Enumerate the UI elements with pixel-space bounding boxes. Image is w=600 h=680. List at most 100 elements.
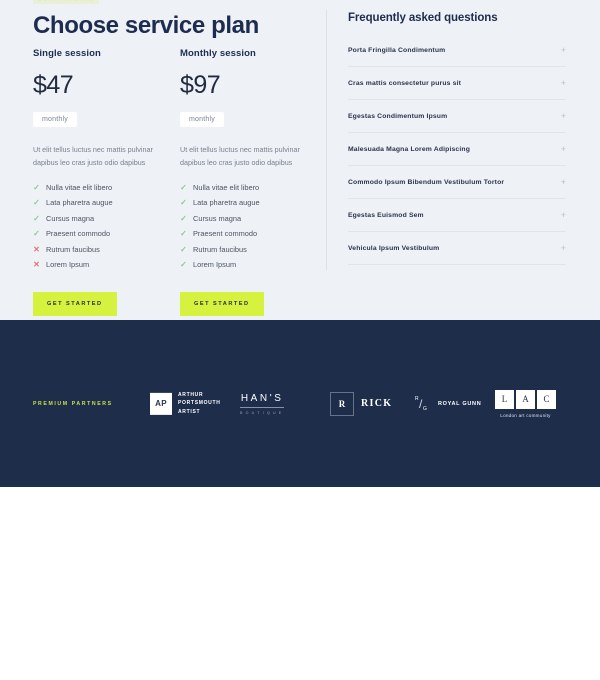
partner-logo-royal-gunn[interactable]: R / G ROYAL GUNN	[415, 396, 481, 412]
list-item: ✓ Cursus magna	[180, 213, 320, 223]
feature-label: Nulla vitae elit libero	[193, 182, 260, 192]
rick-frame-right	[353, 391, 354, 416]
feature-label: Praesent commodo	[193, 229, 258, 239]
rg-denominator: G	[423, 405, 427, 412]
plan-name: Single session	[33, 48, 101, 59]
rg-slash-icon: /	[419, 396, 423, 411]
check-icon: ✓	[33, 213, 40, 223]
plus-icon[interactable]: +	[561, 145, 566, 154]
plus-icon[interactable]: +	[561, 211, 566, 220]
plus-icon[interactable]: +	[561, 46, 566, 55]
plan-feature-list: ✓ Nulla vitae elit libero ✓ Lata pharetra …	[33, 182, 173, 270]
faq-item[interactable]: Malesuada Magna Lorem Adipiscing +	[348, 145, 566, 166]
lac-letter-l: L	[495, 389, 514, 409]
check-icon: ✓	[33, 182, 40, 192]
faq-item[interactable]: Commodo Ipsum Bibendum Vestibulum Tortor…	[348, 178, 566, 199]
list-item: ✓ Nulla vitae elit libero	[180, 182, 320, 192]
plan-name: Monthly session	[180, 48, 256, 59]
feature-label: Praesent commodo	[46, 229, 111, 239]
check-icon: ✓	[180, 244, 187, 254]
cross-icon: ✕	[33, 260, 40, 270]
ap-line-1: ARTHUR	[178, 391, 204, 398]
list-item: ✓ Nulla vitae elit libero	[33, 182, 173, 192]
plan-billing-badge: monthly	[33, 112, 77, 127]
plus-icon[interactable]: +	[561, 112, 566, 121]
lac-subtitle: London art community	[500, 412, 551, 418]
check-icon: ✓	[33, 198, 40, 208]
section-divider	[326, 10, 327, 270]
faq-question: Vehicula Ipsum Vestibulum	[348, 245, 440, 252]
list-item: ✓ Lata pharetra augue	[180, 199, 320, 207]
faq-question: Egestas Condimentum Ipsum	[348, 113, 448, 120]
feature-label: Nulla vitae elit libero	[46, 182, 113, 192]
faq-item[interactable]: Vehicula Ipsum Vestibulum +	[348, 244, 566, 265]
plan-description: Ut elit tellus luctus nec mattis pulvina…	[33, 145, 153, 168]
faq-item[interactable]: Egestas Euismod Sem +	[348, 211, 566, 232]
pricing-section: OUR PRICING Choose service plan Single s…	[0, 0, 600, 320]
plus-icon[interactable]: +	[561, 79, 566, 88]
pricing-card-single: Single session $47 monthly Ut elit tellu…	[33, 48, 173, 316]
royal-gunn-wordmark: ROYAL GUNN	[438, 400, 482, 407]
lac-letter-a: A	[516, 389, 535, 409]
faq-title: Frequently asked questions	[348, 12, 498, 24]
lac-letter-c: C	[537, 389, 556, 409]
faq-panel: Frequently asked questions Porta Fringil…	[348, 12, 566, 277]
list-item: ✓ Praesent commodo	[180, 230, 320, 238]
cross-icon: ✕	[33, 244, 40, 254]
partner-logo-arthur-portsmouth[interactable]: AP ARTHUR PORTSMOUTH ARTIST	[150, 390, 221, 416]
list-item: ✓ Praesent commodo	[33, 230, 173, 238]
pricing-card-monthly: Monthly session $97 monthly Ut elit tell…	[180, 48, 320, 316]
partners-section: PREMIUM PARTNERS AP ARTHUR PORTSMOUTH AR…	[0, 320, 600, 487]
feature-label: Lata pharetra augue	[193, 198, 260, 208]
check-icon: ✓	[180, 182, 187, 192]
feature-label: Rutrum faucibus	[46, 244, 100, 254]
blog-intro-section: WELCOME TO MY TRAVLING BLOG I Felt Lucky…	[0, 487, 600, 680]
partners-label: PREMIUM PARTNERS	[33, 400, 113, 407]
feature-label: Cursus magna	[193, 213, 242, 223]
check-icon: ✓	[33, 229, 40, 239]
plus-icon[interactable]: +	[561, 244, 566, 253]
feature-label: Lata pharetra augue	[46, 198, 113, 208]
hans-subtitle: BOUTIQUE	[240, 410, 285, 415]
royal-gunn-fraction-icon: R / G	[415, 396, 431, 412]
list-item: ✓ Cursus magna	[33, 213, 173, 223]
faq-question: Porta Fringilla Condimentum	[348, 47, 446, 54]
page-root: OUR PRICING Choose service plan Single s…	[0, 0, 600, 680]
plan-description: Ut elit tellus luctus nec mattis pulvina…	[180, 145, 300, 168]
rick-initial: R	[338, 398, 346, 409]
partner-logo-hans-boutique[interactable]: HAN'S BOUTIQUE	[240, 393, 285, 415]
plus-icon[interactable]: +	[561, 178, 566, 187]
faq-question: Malesuada Magna Lorem Adipiscing	[348, 146, 471, 153]
faq-item[interactable]: Cras mattis consectetur purus sit +	[348, 79, 566, 100]
faq-question: Commodo Ipsum Bibendum Vestibulum Tortor	[348, 179, 505, 186]
plan-feature-list: ✓ Nulla vitae elit libero ✓ Lata pharetra …	[180, 182, 320, 270]
ap-line-3: ARTIST	[178, 408, 201, 415]
list-item: ✓ Lata pharetra augue	[33, 199, 173, 207]
list-item: ✕ Lorem Ipsum	[33, 261, 173, 269]
check-icon: ✓	[180, 198, 187, 208]
check-icon: ✓	[180, 260, 187, 270]
plan-price: $47	[33, 71, 74, 99]
check-icon: ✓	[180, 229, 187, 239]
get-started-button[interactable]: GET STARTED	[180, 291, 264, 316]
faq-item[interactable]: Egestas Condimentum Ipsum +	[348, 112, 566, 133]
faq-question: Egestas Euismod Sem	[348, 212, 424, 219]
partner-logo-rick[interactable]: R RICK	[330, 391, 392, 416]
faq-question: Cras mattis consectetur purus sit	[348, 80, 461, 87]
check-icon: ✓	[180, 213, 187, 223]
rick-monogram-icon: R	[330, 391, 354, 416]
feature-label: Lorem Ipsum	[193, 260, 237, 270]
ap-monogram-icon: AP	[150, 392, 172, 415]
feature-label: Cursus magna	[46, 213, 95, 223]
hans-wordmark: HAN'S	[240, 393, 285, 408]
rick-frame-left	[330, 391, 331, 416]
ap-wordmark: ARTHUR PORTSMOUTH ARTIST	[178, 390, 221, 416]
faq-item[interactable]: Porta Fringilla Condimentum +	[348, 46, 566, 67]
partner-logo-lac[interactable]: L A C London art community	[495, 389, 556, 418]
lac-letter-row: L A C	[495, 389, 556, 409]
ap-line-2: PORTSMOUTH	[178, 400, 221, 407]
feature-label: Rutrum faucibus	[193, 244, 247, 254]
plan-price: $97	[180, 71, 221, 99]
list-item: ✓ Lorem Ipsum	[180, 261, 320, 269]
get-started-button[interactable]: GET STARTED	[33, 291, 117, 316]
